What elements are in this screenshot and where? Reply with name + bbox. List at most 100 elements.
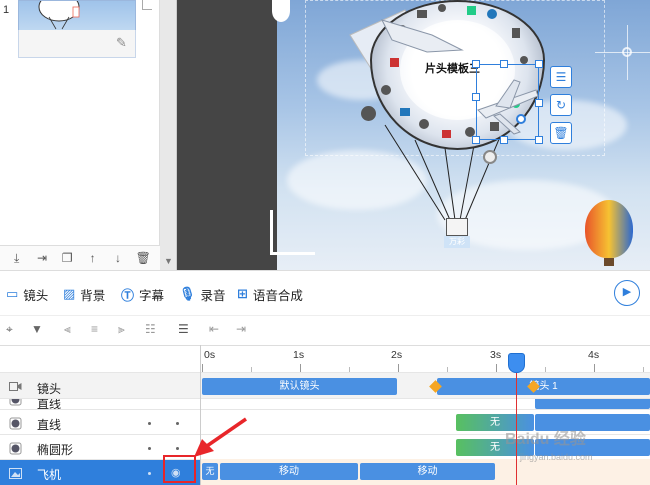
shape-track-icon [9,399,22,406]
lock-dot[interactable] [176,447,179,450]
shape-track-icon [9,442,22,455]
tick-mark [398,364,399,372]
move-down-icon[interactable]: ↓ [109,251,127,265]
balloon-thumbnail-basket [604,258,614,266]
playhead-handle[interactable] [508,353,525,373]
crosshair-center-icon[interactable] [622,47,632,57]
track-bar[interactable]: 无 [202,463,218,480]
camera-bar-default[interactable]: 默认镜头 [202,378,397,395]
align-center-icon[interactable]: ≡ [91,322,98,336]
lock-dot[interactable] [176,422,179,425]
timeline-ruler[interactable] [0,345,650,372]
track-row-camera[interactable]: 镜头 默认镜头 镜头 1 [0,372,650,398]
tick-label: 3s [490,349,502,361]
resize-handle[interactable] [535,136,543,144]
subtitle-icon: Ⓣ [121,287,135,303]
play-icon: ▶ [622,286,632,298]
camera-icon: ▭ [6,286,19,301]
move-up-icon[interactable]: ↑ [84,251,102,265]
slide-toolbar: ⤓ ⇥ ❐ ↑ ↓ 🗑 [0,245,160,270]
animation-icon[interactable]: ↻ [550,94,572,116]
tts-icon: ⊞ [237,286,248,301]
tick-mark [594,364,595,372]
camera-bar-1[interactable]: 镜头 1 [437,378,650,395]
resize-handle[interactable] [500,60,508,68]
vertical-scrollbar[interactable] [160,0,177,270]
airplane-timeline-lane[interactable]: 无 移动 移动 [200,459,650,485]
shift-right-icon[interactable]: ⇥ [236,322,246,336]
resize-handle[interactable] [472,136,480,144]
tick-label: 2s [391,349,403,361]
balloon-thumbnail-icon [585,200,633,258]
scene-object-marker [272,0,290,22]
thumbnail-balloon-graphic [38,1,80,30]
visibility-dot[interactable] [148,422,151,425]
airplane-graphic[interactable] [476,70,540,140]
track-name: 直线 [37,418,62,432]
floating-toolbar: ☰ ↻ 🗑 [550,66,574,150]
align-left-icon[interactable]: ⫷ [64,322,71,337]
tts-button[interactable]: ⊞ 语音合成 [237,285,303,303]
watermark-text: Baidu 经验 [505,431,586,448]
playhead-line [516,362,517,485]
background-icon: ▨ [63,286,76,301]
visibility-dot[interactable] [148,472,151,475]
export-icon[interactable]: ⇥ [33,251,51,265]
edit-icon[interactable]: ✎ [116,35,127,51]
tts-label: 语音合成 [252,288,303,303]
resize-handle[interactable] [472,93,480,101]
filter-icon[interactable]: ▼ [31,322,43,336]
basket-label: 万彩 [444,236,470,248]
thumbnail-corner-icon [142,0,152,10]
background-label: 背景 [80,288,106,303]
delete-icon[interactable]: 🗑 [134,251,152,265]
align-right-icon[interactable]: ⫸ [118,322,125,337]
tick-label: 4s [588,349,600,361]
motion-path-point[interactable] [361,106,376,121]
annotation-arrow-icon [194,417,247,457]
track-name: 飞机 [37,468,62,482]
watermark-url: jingyan.baidu.com [520,452,593,462]
tick-label: 0s [204,349,216,361]
rotate-handle[interactable] [516,114,526,124]
tick-mark [496,364,497,372]
move-bar-1[interactable]: 移动 [220,463,358,480]
camera-button[interactable]: ▭ 镜头 [6,285,48,303]
stack-icon[interactable]: ☰ [178,322,189,336]
move-bar-2[interactable]: 移动 [360,463,495,480]
resize-handle[interactable] [472,60,480,68]
camera-label: 镜头 [23,288,49,303]
align-icon[interactable]: ☰ [550,66,572,88]
resize-handle[interactable] [535,99,543,107]
import-icon[interactable]: ⤓ [8,251,26,266]
stage-corner-marker [270,210,315,255]
subtitle-button[interactable]: Ⓣ 字幕 [121,285,164,303]
track-name: 直线 [37,398,62,409]
resize-handle[interactable] [535,60,543,68]
track-name: 椭圆形 [37,443,74,457]
scroll-down-arrow-icon[interactable]: ▼ [160,253,177,270]
track-name: 镜头 [37,382,62,396]
subtitle-label: 字幕 [139,288,165,303]
tick-mark [300,364,301,372]
shift-left-icon[interactable]: ⇤ [209,322,219,336]
motion-path-point[interactable] [483,150,497,164]
tick-label: 1s [293,349,305,361]
track-bar[interactable] [535,399,650,409]
microphone-icon: 🎙 [179,286,196,301]
record-button[interactable]: 🎙 录音 [179,285,226,303]
locate-icon[interactable]: ⌖ [6,322,13,337]
background-button[interactable]: ▨ 背景 [63,285,105,303]
record-label: 录音 [200,288,226,303]
shape-track-icon [9,417,22,430]
visibility-dot[interactable] [148,447,151,450]
camera-track-icon [9,382,22,391]
balloon-basket [446,218,468,236]
trash-icon[interactable]: 🗑 [550,122,572,144]
copy-icon[interactable]: ❐ [58,251,76,265]
track-row-line-1[interactable]: 直线 [0,398,650,409]
slide-number: 1 [3,4,10,16]
distribute-icon[interactable]: ☷ [145,322,156,336]
play-button[interactable]: ▶ [614,280,640,306]
resize-handle[interactable] [500,136,508,144]
